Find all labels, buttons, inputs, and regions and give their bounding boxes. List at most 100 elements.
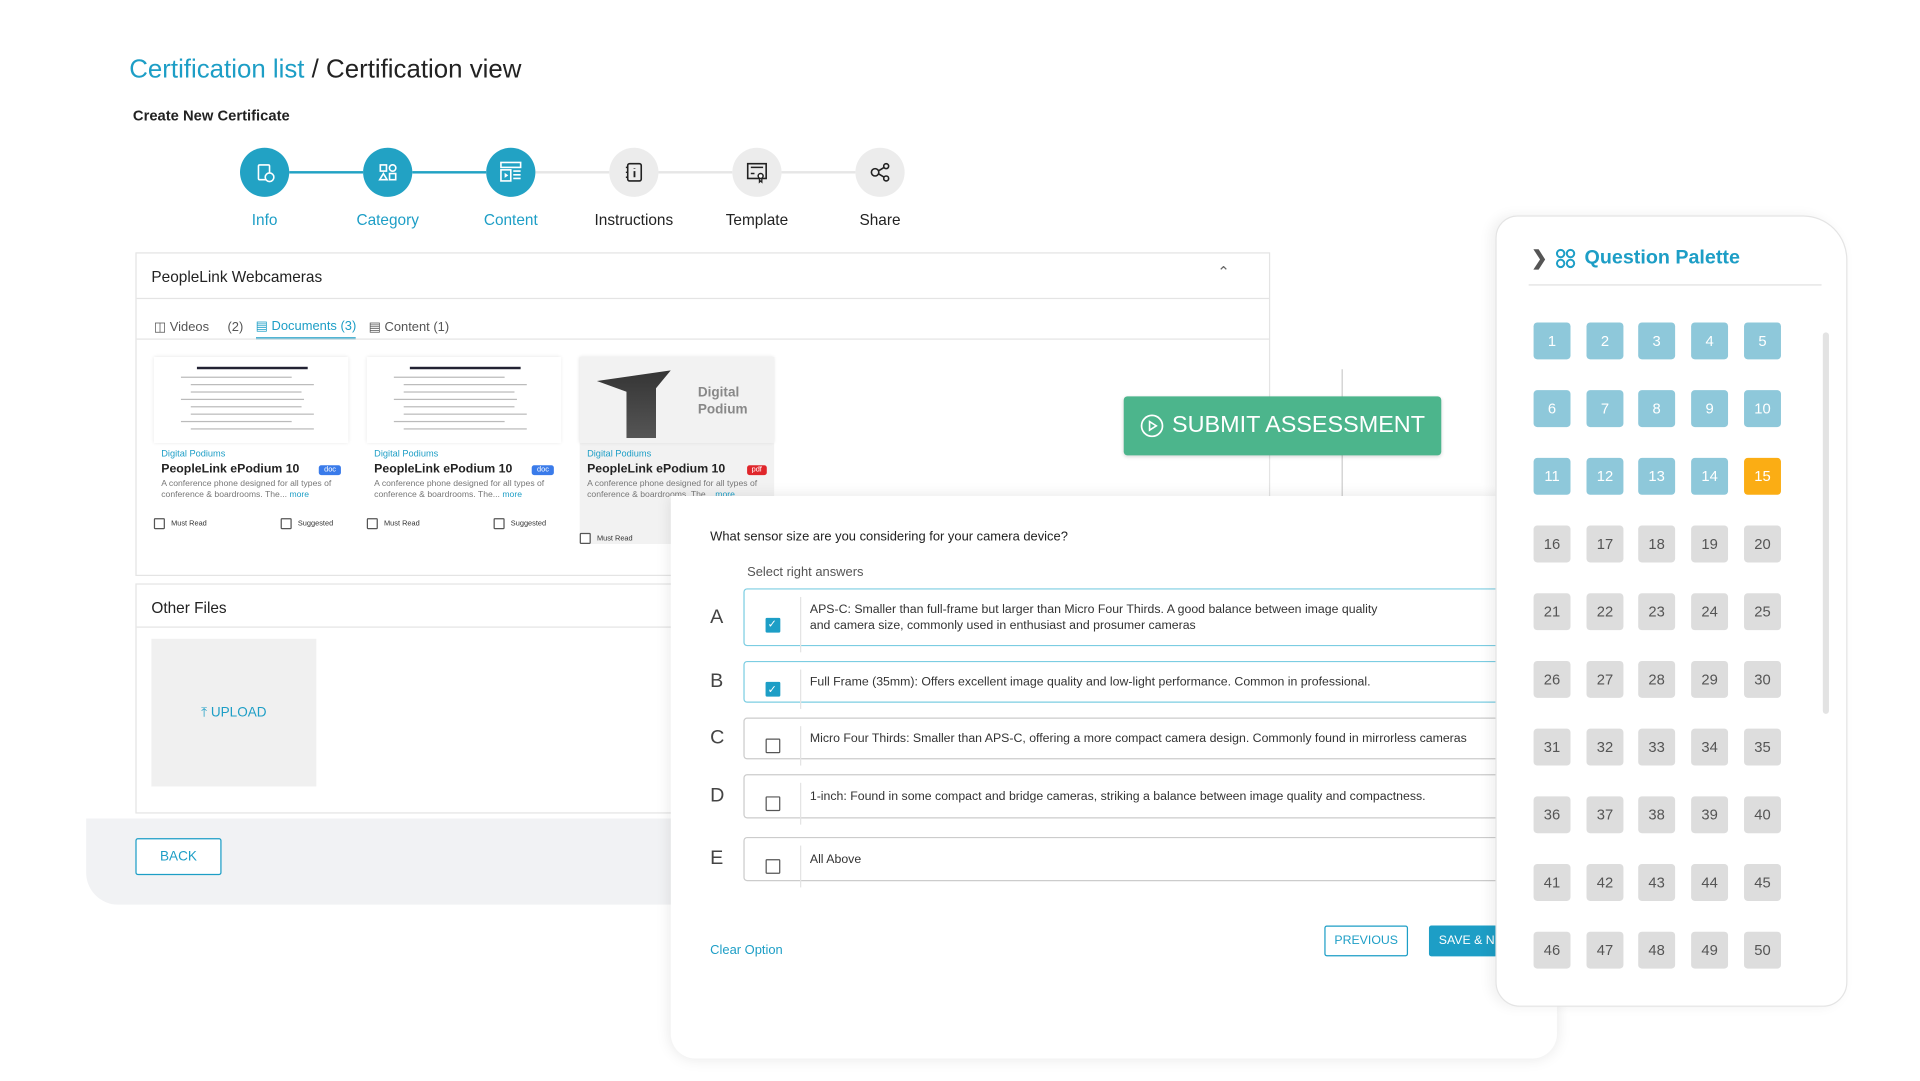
option-checkbox[interactable] — [764, 859, 780, 874]
back-button[interactable]: BACK — [135, 838, 222, 876]
question-number-button[interactable]: 32 — [1586, 728, 1624, 766]
upload-button[interactable]: ⤒ UPLOAD — [151, 638, 317, 787]
option-checkbox[interactable]: ✓ — [764, 681, 780, 697]
question-number-button[interactable]: 43 — [1638, 864, 1676, 901]
question-number-button[interactable]: 16 — [1533, 525, 1571, 563]
step-template[interactable]: Template — [695, 147, 818, 229]
must-read-checkbox[interactable]: Must Read — [579, 532, 633, 545]
question-number-button[interactable]: 26 — [1533, 660, 1571, 698]
question-number-button[interactable]: 1 — [1533, 322, 1571, 360]
document-category: Digital Podiums — [161, 448, 226, 460]
option-text: All Above — [809, 852, 862, 866]
question-number-button[interactable]: 14 — [1691, 457, 1729, 495]
option-checkbox[interactable] — [764, 738, 780, 754]
submit-assessment-button[interactable]: SUBMIT ASSESSMENT — [1123, 396, 1442, 456]
question-number-button[interactable]: 45 — [1744, 864, 1781, 901]
question-number-button[interactable]: 11 — [1533, 457, 1571, 495]
document-thumbnail[interactable]: Digital Podium — [579, 356, 775, 444]
question-number-button[interactable]: 17 — [1586, 525, 1624, 563]
step-instructions[interactable]: Instructions — [572, 147, 695, 229]
previous-button[interactable]: PREVIOUS — [1324, 925, 1409, 957]
question-number-button[interactable]: 47 — [1586, 931, 1624, 969]
question-number-button[interactable]: 39 — [1691, 796, 1729, 834]
question-number-button[interactable]: 22 — [1586, 593, 1624, 631]
save-next-button[interactable]: SAVE & NEXT — [1428, 925, 1503, 957]
question-number-button[interactable]: 12 — [1586, 457, 1624, 495]
question-number-button[interactable]: 23 — [1638, 593, 1676, 631]
question-number-button[interactable]: 37 — [1586, 796, 1624, 834]
option-letter: D — [710, 785, 725, 807]
question-number-button[interactable]: 21 — [1533, 593, 1571, 631]
step-info[interactable]: Info — [203, 147, 326, 229]
answer-option-d[interactable]: D 1-inch: Found in some compact and bridg… — [710, 774, 1532, 825]
question-number-button[interactable]: 19 — [1691, 525, 1729, 563]
document-thumbnail[interactable] — [366, 356, 562, 444]
question-number-button[interactable]: 35 — [1744, 728, 1781, 766]
file-type-badge: pdf — [746, 464, 767, 475]
suggested-checkbox[interactable]: Suggested — [493, 518, 546, 530]
question-number-button[interactable]: 42 — [1586, 864, 1624, 901]
step-share[interactable]: Share — [818, 147, 941, 229]
question-number-button[interactable]: 33 — [1638, 728, 1676, 766]
question-number-button[interactable]: 49 — [1691, 931, 1729, 969]
question-number-button[interactable]: 24 — [1691, 593, 1729, 631]
question-number-button[interactable]: 40 — [1744, 796, 1781, 834]
more-link[interactable]: more — [289, 490, 309, 499]
tab-content[interactable]: ▤ Content (1) — [369, 319, 450, 340]
option-checkbox[interactable] — [764, 796, 780, 812]
question-number-button[interactable]: 50 — [1744, 931, 1781, 969]
question-number-button[interactable]: 29 — [1691, 660, 1729, 698]
question-number-button[interactable]: 28 — [1638, 660, 1676, 698]
more-link[interactable]: more — [502, 490, 522, 499]
question-number-button[interactable]: 25 — [1744, 593, 1781, 631]
question-number-button[interactable]: 4 — [1691, 322, 1729, 360]
suggested-checkbox[interactable]: Suggested — [280, 518, 333, 530]
question-number-button[interactable]: 31 — [1533, 728, 1571, 766]
question-number-button[interactable]: 3 — [1638, 322, 1676, 360]
answer-option-c[interactable]: C Micro Four Thirds: Smaller than APS-C, … — [710, 717, 1532, 766]
question-number-button[interactable]: 15 — [1744, 457, 1781, 495]
document-name[interactable]: PeopleLink ePodium 10 — [161, 463, 299, 477]
question-number-button[interactable]: 48 — [1638, 931, 1676, 969]
question-number-button[interactable]: 34 — [1691, 728, 1729, 766]
chevron-right-icon[interactable]: ❯ — [1531, 246, 1548, 271]
step-category[interactable]: Category — [326, 147, 449, 229]
question-number-button[interactable]: 30 — [1744, 660, 1781, 698]
document-thumbnail[interactable] — [153, 356, 349, 444]
question-number-button[interactable]: 6 — [1533, 390, 1571, 428]
answer-option-e[interactable]: E All Above — [710, 836, 1532, 888]
answer-option-b[interactable]: B ✓ Full Frame (35mm): Offers excellent im… — [710, 660, 1532, 709]
breadcrumb-link-certification-list[interactable]: Certification list — [129, 55, 304, 83]
question-number-button[interactable]: 9 — [1691, 390, 1729, 428]
question-number-button[interactable]: 38 — [1638, 796, 1676, 834]
play-circle-icon — [1140, 414, 1164, 438]
scrollbar[interactable] — [1822, 332, 1829, 714]
question-number-button[interactable]: 46 — [1533, 931, 1571, 969]
document-name[interactable]: PeopleLink ePodium 10 — [374, 463, 512, 477]
question-number-button[interactable]: 7 — [1586, 390, 1624, 428]
answer-option-a[interactable]: A ✓ APS-C: Smaller than full-frame but lar… — [710, 588, 1532, 653]
question-number-button[interactable]: 13 — [1638, 457, 1676, 495]
question-number-button[interactable]: 41 — [1533, 864, 1571, 901]
must-read-checkbox[interactable]: Must Read — [366, 518, 420, 530]
step-content[interactable]: Content — [449, 147, 572, 229]
question-number-button[interactable]: 8 — [1638, 390, 1676, 428]
question-number-button[interactable]: 2 — [1586, 322, 1624, 360]
step-label: Instructions — [594, 211, 674, 229]
question-number-button[interactable]: 10 — [1744, 390, 1781, 428]
question-number-button[interactable]: 18 — [1638, 525, 1676, 563]
question-number-button[interactable]: 20 — [1744, 525, 1781, 563]
question-number-button[interactable]: 44 — [1691, 864, 1729, 901]
content-card-title: PeopleLink Webcameras — [151, 268, 323, 286]
step-circle — [855, 147, 905, 197]
tab-documents[interactable]: ▤ Documents (3) — [255, 319, 357, 340]
tab-videos[interactable]: ◫ Videos (2) — [154, 319, 243, 340]
question-number-button[interactable]: 36 — [1533, 796, 1571, 834]
document-name[interactable]: PeopleLink ePodium 10 — [587, 463, 725, 477]
option-checkbox[interactable]: ✓ — [764, 617, 780, 633]
question-number-button[interactable]: 27 — [1586, 660, 1624, 698]
chevron-up-icon[interactable]: ⌃ — [1217, 263, 1229, 280]
must-read-checkbox[interactable]: Must Read — [153, 518, 207, 530]
question-number-button[interactable]: 5 — [1744, 322, 1781, 360]
clear-option-link[interactable]: Clear Option — [710, 943, 783, 958]
